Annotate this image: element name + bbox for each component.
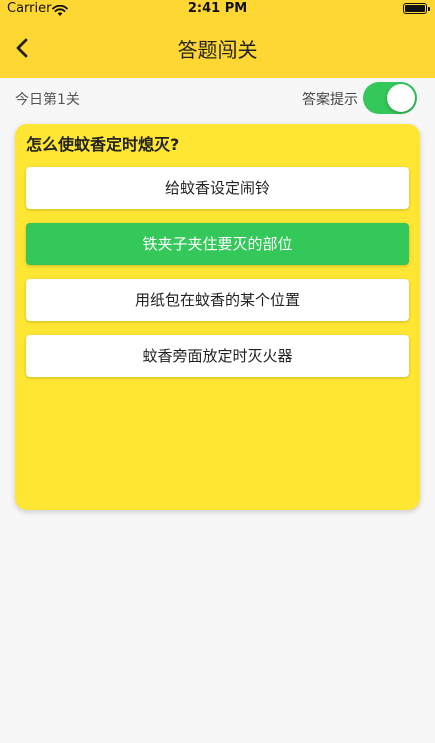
answer-hint-toggle[interactable] [363,82,417,114]
answer-hint-label: 答案提示 [302,92,358,108]
status-bar: Carrier 2:41 PM [0,0,435,20]
question-text: 怎么使蚊香定时熄灭? [26,135,180,154]
answer-option-3[interactable]: 用纸包在蚊香的某个位置 [26,279,409,321]
answer-option-2-correct[interactable]: 铁夹子夹住要灭的部位 [26,223,409,265]
battery-icon [403,3,427,14]
toggle-knob [387,84,415,112]
question-card: 怎么使蚊香定时熄灭? 给蚊香设定闹铃 铁夹子夹住要灭的部位 用纸包在蚊香的某个位… [15,124,420,510]
sub-header: 今日第1关 答案提示 [0,80,435,118]
header-bar: Carrier 2:41 PM 答题闯关 [0,0,435,78]
page-title: 答题闯关 [177,38,258,62]
status-time: 2:41 PM [187,1,248,16]
answer-option-4[interactable]: 蚊香旁面放定时灭火器 [26,335,409,377]
answer-option-1[interactable]: 给蚊香设定闹铃 [26,167,409,209]
level-label: 今日第1关 [15,92,80,108]
battery-tip [428,7,430,11]
